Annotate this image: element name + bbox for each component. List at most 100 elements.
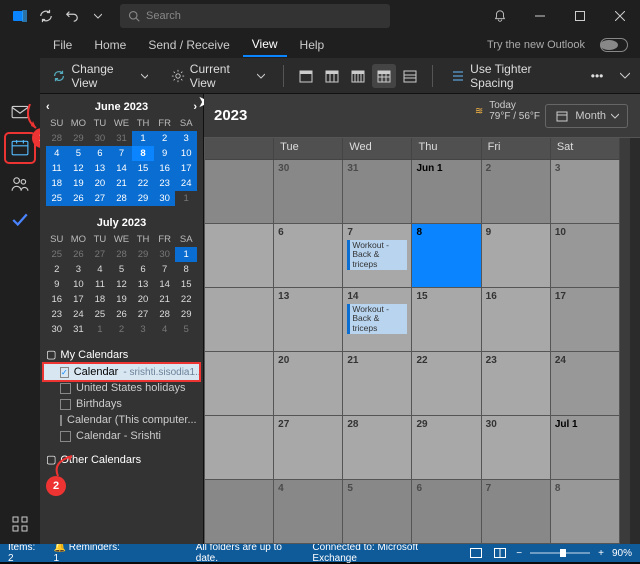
change-view-button[interactable]: Change View [44,58,156,94]
day-cell[interactable]: 7 [482,480,551,544]
zoom-out-icon[interactable]: − [516,548,522,559]
maximize-icon[interactable] [560,0,600,32]
mini-day[interactable]: 31 [68,322,90,337]
mini-day[interactable]: 27 [89,191,111,206]
menu-file[interactable]: File [44,34,81,56]
mini-day[interactable]: 2 [111,322,133,337]
mini-day[interactable]: 25 [46,191,68,206]
minimize-icon[interactable] [520,0,560,32]
search-input[interactable]: Search [120,4,390,28]
mini-day[interactable]: 8 [132,146,154,161]
mini-day[interactable]: 28 [111,191,133,206]
mini-day[interactable]: 3 [68,262,90,277]
day-cell[interactable]: 14Workout - Back & triceps [343,288,412,352]
mini-day[interactable]: 13 [89,161,111,176]
mini-day[interactable]: 23 [154,176,176,191]
undo-icon[interactable] [60,4,84,28]
mini-day[interactable]: 10 [68,277,90,292]
mini-day[interactable]: 29 [68,131,90,146]
mini-day[interactable]: 5 [175,322,197,337]
mini-day[interactable]: 21 [111,176,133,191]
mini-day[interactable]: 18 [89,292,111,307]
menu-sendreceive[interactable]: Send / Receive [139,34,238,56]
mini-day[interactable]: 7 [154,262,176,277]
dropdown-icon[interactable] [86,4,110,28]
scrollbar[interactable] [630,138,640,544]
mini-day[interactable]: 15 [175,277,197,292]
workweek-view-icon[interactable] [320,64,344,88]
day-view-icon[interactable] [294,64,318,88]
mini-day[interactable]: 30 [89,131,111,146]
mini-day[interactable]: 23 [46,307,68,322]
checkbox[interactable] [60,383,71,394]
calendar-item[interactable]: Calendar - Srishti [44,428,199,444]
mini-day[interactable]: 21 [154,292,176,307]
toggle-off-icon[interactable] [600,38,628,52]
event[interactable]: Workout - Back & triceps [347,240,407,270]
menu-help[interactable]: Help [291,34,334,56]
mini-day[interactable]: 26 [68,247,90,262]
day-cell[interactable]: 8 [551,480,620,544]
day-cell[interactable]: 8 [412,224,481,288]
mini-day[interactable]: 1 [89,322,111,337]
calendar-item[interactable]: Calendar (This computer... [44,412,199,428]
day-cell[interactable]: 31 [343,160,412,224]
checkbox[interactable] [60,367,69,378]
current-view-button[interactable]: Current View [162,58,272,94]
calendar-item[interactable]: United States holidays [44,380,199,396]
todo-icon[interactable] [6,206,34,234]
mini-day[interactable]: 4 [154,322,176,337]
mini-day[interactable]: 30 [46,322,68,337]
more-icon[interactable]: ••• [583,65,612,87]
people-icon[interactable] [6,170,34,198]
checkbox[interactable] [60,431,71,442]
mini-day[interactable]: 24 [175,176,197,191]
schedule-view-icon[interactable] [398,64,422,88]
tighter-spacing-button[interactable]: Use Tighter Spacing [443,58,577,94]
day-cell[interactable]: 5 [343,480,412,544]
mini-day[interactable]: 26 [68,191,90,206]
day-cell[interactable]: 13 [274,288,343,352]
day-cell[interactable]: 23 [482,352,551,416]
day-cell[interactable]: 7Workout - Back & triceps [343,224,412,288]
day-cell[interactable]: 20 [274,352,343,416]
mini-day[interactable]: 7 [111,146,133,161]
mini-day[interactable]: 28 [111,247,133,262]
mini-calendar-july[interactable]: July 2023 SUMOTUWETHFRSA 252627282930123… [40,210,203,341]
day-cell[interactable]: 30 [482,416,551,480]
mini-day[interactable]: 20 [89,176,111,191]
mini-day[interactable]: 11 [89,277,111,292]
bell-icon[interactable] [480,0,520,32]
mini-day[interactable]: 11 [46,161,68,176]
prev-month-icon[interactable]: ‹ [46,101,50,113]
weather[interactable]: ≋ Today79°F / 56°F [475,100,540,122]
mini-day[interactable]: 9 [154,146,176,161]
mini-day[interactable]: 1 [132,131,154,146]
mini-day[interactable]: 2 [154,131,176,146]
apps-icon[interactable] [6,510,34,538]
mini-day[interactable]: 25 [89,307,111,322]
day-cell[interactable]: 6 [274,224,343,288]
day-cell[interactable]: 4 [274,480,343,544]
mini-day[interactable]: 22 [132,176,154,191]
day-cell[interactable] [205,416,274,480]
chevron-down-icon[interactable] [617,68,632,84]
mini-day[interactable]: 13 [132,277,154,292]
mini-day[interactable]: 19 [68,176,90,191]
mini-day[interactable]: 5 [111,262,133,277]
mini-day[interactable]: 1 [175,247,197,262]
day-cell[interactable]: 30 [274,160,343,224]
mini-day[interactable]: 12 [68,161,90,176]
sync-icon[interactable] [34,4,58,28]
month-view-icon[interactable] [372,64,396,88]
mini-day[interactable]: 19 [111,292,133,307]
mini-day[interactable]: 26 [111,307,133,322]
menu-view[interactable]: View [243,33,287,57]
day-cell[interactable]: 17 [551,288,620,352]
mini-day[interactable]: 16 [154,161,176,176]
mini-day[interactable]: 8 [175,262,197,277]
mini-day[interactable]: 6 [89,146,111,161]
mini-day[interactable]: 30 [154,191,176,206]
day-cell[interactable]: 22 [412,352,481,416]
mini-day[interactable]: 22 [175,292,197,307]
